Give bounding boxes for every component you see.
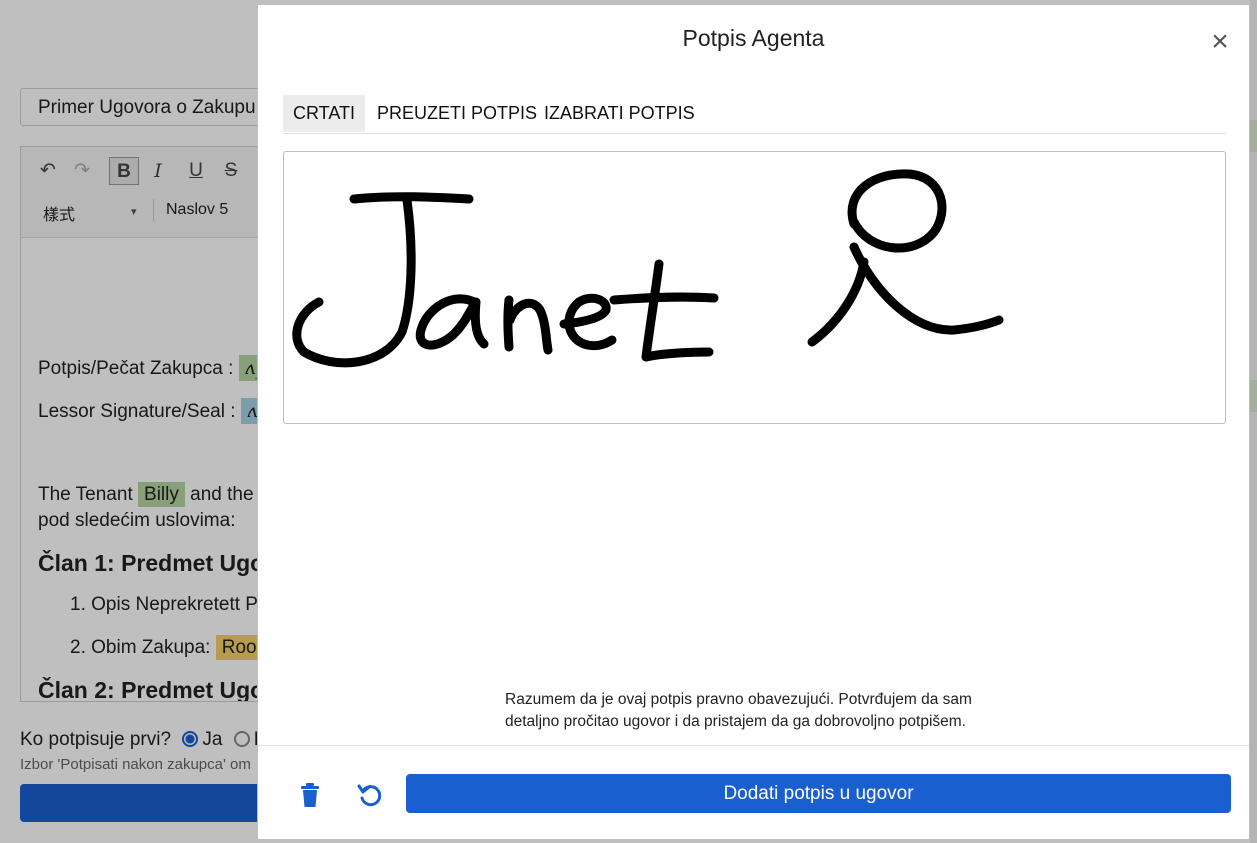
drawn-signature — [292, 169, 1004, 368]
close-icon[interactable]: × — [1205, 27, 1235, 57]
trash-icon[interactable] — [292, 777, 328, 813]
footer-divider — [258, 745, 1249, 746]
tab-upload[interactable]: PREUZETI POTPIS — [367, 95, 547, 132]
reset-icon[interactable] — [352, 777, 388, 813]
signature-canvas[interactable] — [283, 151, 1226, 424]
signature-dialog: Potpis Agenta × CRTATI PREUZETI POTPIS I… — [257, 4, 1250, 840]
add-signature-button[interactable]: Dodati potpis u ugovor — [406, 774, 1231, 813]
legal-consent-text: Razumem da je ovaj potpis pravno obavezu… — [505, 691, 972, 730]
tab-draw[interactable]: CRTATI — [283, 95, 365, 132]
tab-choose[interactable]: IZABRATI POTPIS — [534, 95, 705, 132]
signature-tabs: CRTATI PREUZETI POTPIS IZABRATI POTPIS — [283, 93, 1226, 134]
dialog-title: Potpis Agenta — [682, 25, 825, 51]
